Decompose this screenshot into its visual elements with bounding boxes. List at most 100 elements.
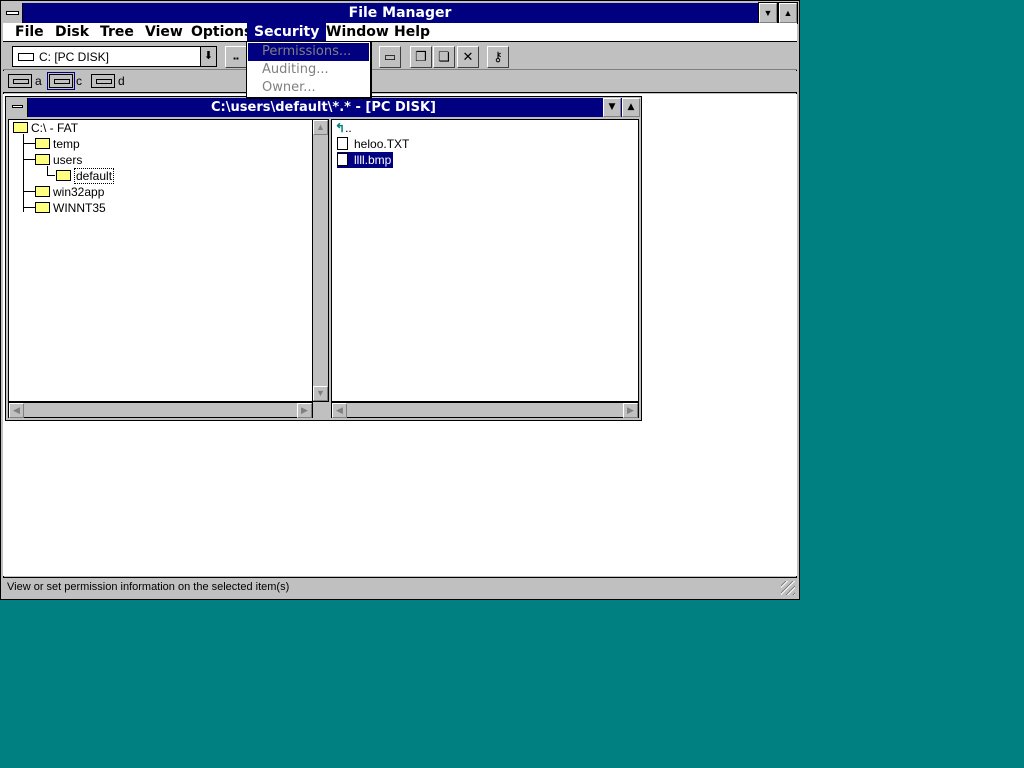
file-list[interactable]: ↰.. heloo.TXT llll.bmp xyxy=(331,119,639,402)
file-name: heloo.TXT xyxy=(354,137,410,151)
up-arrow-icon: ↰ xyxy=(335,121,346,135)
menu-help[interactable]: Help xyxy=(387,23,437,41)
tree-root[interactable]: C:\ - FAT xyxy=(13,120,78,136)
scroll-left-arrow-icon[interactable]: ◀ xyxy=(332,403,347,418)
maximize-button[interactable]: ▲ xyxy=(778,2,798,24)
cdrom-drive-icon xyxy=(91,73,115,88)
menu-bar: File Disk Tree View Options Security Win… xyxy=(3,23,797,42)
tree-node-label: default xyxy=(74,168,115,184)
tree-node-label: temp xyxy=(53,137,80,151)
connect-drive-button[interactable]: ▪▪ xyxy=(225,46,247,68)
file-item-parent[interactable]: ↰.. xyxy=(335,120,352,136)
menu-window[interactable]: Window xyxy=(319,23,396,41)
drive-c[interactable]: c xyxy=(47,71,82,91)
child-minimize-button[interactable]: ▼ xyxy=(603,98,621,117)
folder-icon xyxy=(13,122,28,134)
tree-node-label: C:\ - FAT xyxy=(31,121,79,135)
menu-item-auditing[interactable]: Auditing... xyxy=(248,61,369,79)
scroll-right-arrow-icon[interactable]: ▶ xyxy=(297,403,312,418)
tree-node-users[interactable]: users xyxy=(35,152,82,168)
folder-icon xyxy=(35,202,50,214)
scroll-up-arrow-icon[interactable]: ▲ xyxy=(313,120,328,135)
drive-bar: a c d xyxy=(3,71,797,93)
delete-x-icon: ✕ xyxy=(462,49,474,64)
open-folder-icon xyxy=(56,170,71,182)
tree-node-winnt35[interactable]: WINNT35 xyxy=(35,200,106,216)
tree-node-temp[interactable]: temp xyxy=(35,136,80,152)
folder-icon xyxy=(35,138,50,150)
scroll-down-arrow-icon[interactable]: ▼ xyxy=(313,386,328,401)
arrow-down-icon: ▼ xyxy=(608,102,616,112)
tree-connector xyxy=(47,175,55,176)
status-text: View or set permission information on th… xyxy=(7,581,290,593)
file-name: llll.bmp xyxy=(354,153,392,167)
delete-button[interactable]: ✕ xyxy=(457,46,479,68)
file-item-selected[interactable]: llll.bmp xyxy=(337,152,394,168)
scroll-right-arrow-icon[interactable]: ▶ xyxy=(623,403,638,418)
tree-connector xyxy=(23,134,24,212)
tree-connector xyxy=(23,191,35,192)
tree-connector xyxy=(23,159,35,160)
menu-view[interactable]: View xyxy=(138,23,190,41)
menu-file[interactable]: File xyxy=(8,23,51,41)
hard-drive-icon xyxy=(47,71,75,90)
dropdown-arrow-icon[interactable]: ⬇ xyxy=(200,47,216,66)
key-icon: ⚷ xyxy=(493,49,503,64)
directory-window-titlebar[interactable]: C:\users\default\*.* - [PC DISK] ▼ ▲ xyxy=(7,98,640,117)
paste-button[interactable]: ❏ xyxy=(433,46,455,68)
drive-select[interactable]: C: [PC DISK] ⬇ xyxy=(12,46,217,67)
menu-security[interactable]: Security xyxy=(247,23,327,41)
drive-letter: a xyxy=(35,73,42,88)
arrow-up-icon: ▲ xyxy=(627,102,635,112)
drive-letter: d xyxy=(118,73,125,88)
document-icon xyxy=(337,153,348,167)
child-maximize-button[interactable]: ▲ xyxy=(622,98,640,117)
toolbar: C: [PC DISK] ⬇ ▪▪ ▭ ❐ ❏ ✕ ⚷ xyxy=(3,42,797,70)
copy-icon: ❐ xyxy=(415,49,427,64)
title-bar[interactable]: File Manager ▼ ▲ xyxy=(3,2,798,24)
tree-node-default[interactable]: default xyxy=(56,168,115,184)
menu-item-owner[interactable]: Owner... xyxy=(248,79,369,97)
files-horizontal-scrollbar[interactable]: ◀ ▶ xyxy=(331,402,639,418)
folder-icon xyxy=(35,186,50,198)
system-menu-icon xyxy=(12,105,23,108)
permissions-button[interactable]: ⚷ xyxy=(487,46,509,68)
disconnect-icon: ▭ xyxy=(383,49,397,64)
tree-connector xyxy=(23,143,35,144)
status-bar: View or set permission information on th… xyxy=(3,577,797,597)
directory-window: C:\users\default\*.* - [PC DISK] ▼ ▲ C:\… xyxy=(5,96,642,421)
window-title: File Manager xyxy=(348,5,452,21)
child-system-menu-button[interactable] xyxy=(7,98,28,117)
drive-d[interactable]: d xyxy=(91,73,125,91)
menu-tree[interactable]: Tree xyxy=(93,23,141,41)
security-menu: Permissions... Auditing... Owner... xyxy=(246,41,371,98)
tree-node-win32app[interactable]: win32app xyxy=(35,184,104,200)
file-item[interactable]: heloo.TXT xyxy=(337,136,409,152)
floppy-drive-icon xyxy=(8,73,32,88)
menu-disk[interactable]: Disk xyxy=(48,23,96,41)
drive-select-value: C: [PC DISK] xyxy=(39,50,110,64)
scroll-left-arrow-icon[interactable]: ◀ xyxy=(9,403,24,418)
document-icon xyxy=(337,137,348,151)
directory-window-title: C:\users\default\*.* - [PC DISK] xyxy=(211,100,436,115)
arrow-down-icon: ▼ xyxy=(763,8,773,18)
folder-icon xyxy=(35,154,50,166)
disconnect-button[interactable]: ▭ xyxy=(379,46,401,68)
tree-node-label: users xyxy=(53,153,83,167)
arrow-up-icon: ▲ xyxy=(783,8,793,18)
directory-tree[interactable]: C:\ - FAT temp users default win32app WI… xyxy=(8,119,313,402)
network-drive-icon: ▪▪ xyxy=(233,54,239,63)
paste-icon: ❏ xyxy=(438,49,450,64)
tree-node-label: win32app xyxy=(53,185,105,199)
tree-vertical-scrollbar[interactable]: ▲ ▼ xyxy=(312,119,329,402)
drive-a[interactable]: a xyxy=(8,73,42,91)
file-name: .. xyxy=(345,121,352,135)
menu-item-permissions[interactable]: Permissions... xyxy=(248,43,369,61)
copy-button[interactable]: ❐ xyxy=(410,46,432,68)
tree-node-label: WINNT35 xyxy=(53,201,106,215)
tree-horizontal-scrollbar[interactable]: ◀ ▶ xyxy=(8,402,313,418)
hard-drive-icon xyxy=(18,53,34,61)
resize-grip-icon[interactable] xyxy=(781,581,795,595)
minimize-button[interactable]: ▼ xyxy=(758,2,778,24)
drive-letter: c xyxy=(76,73,82,88)
